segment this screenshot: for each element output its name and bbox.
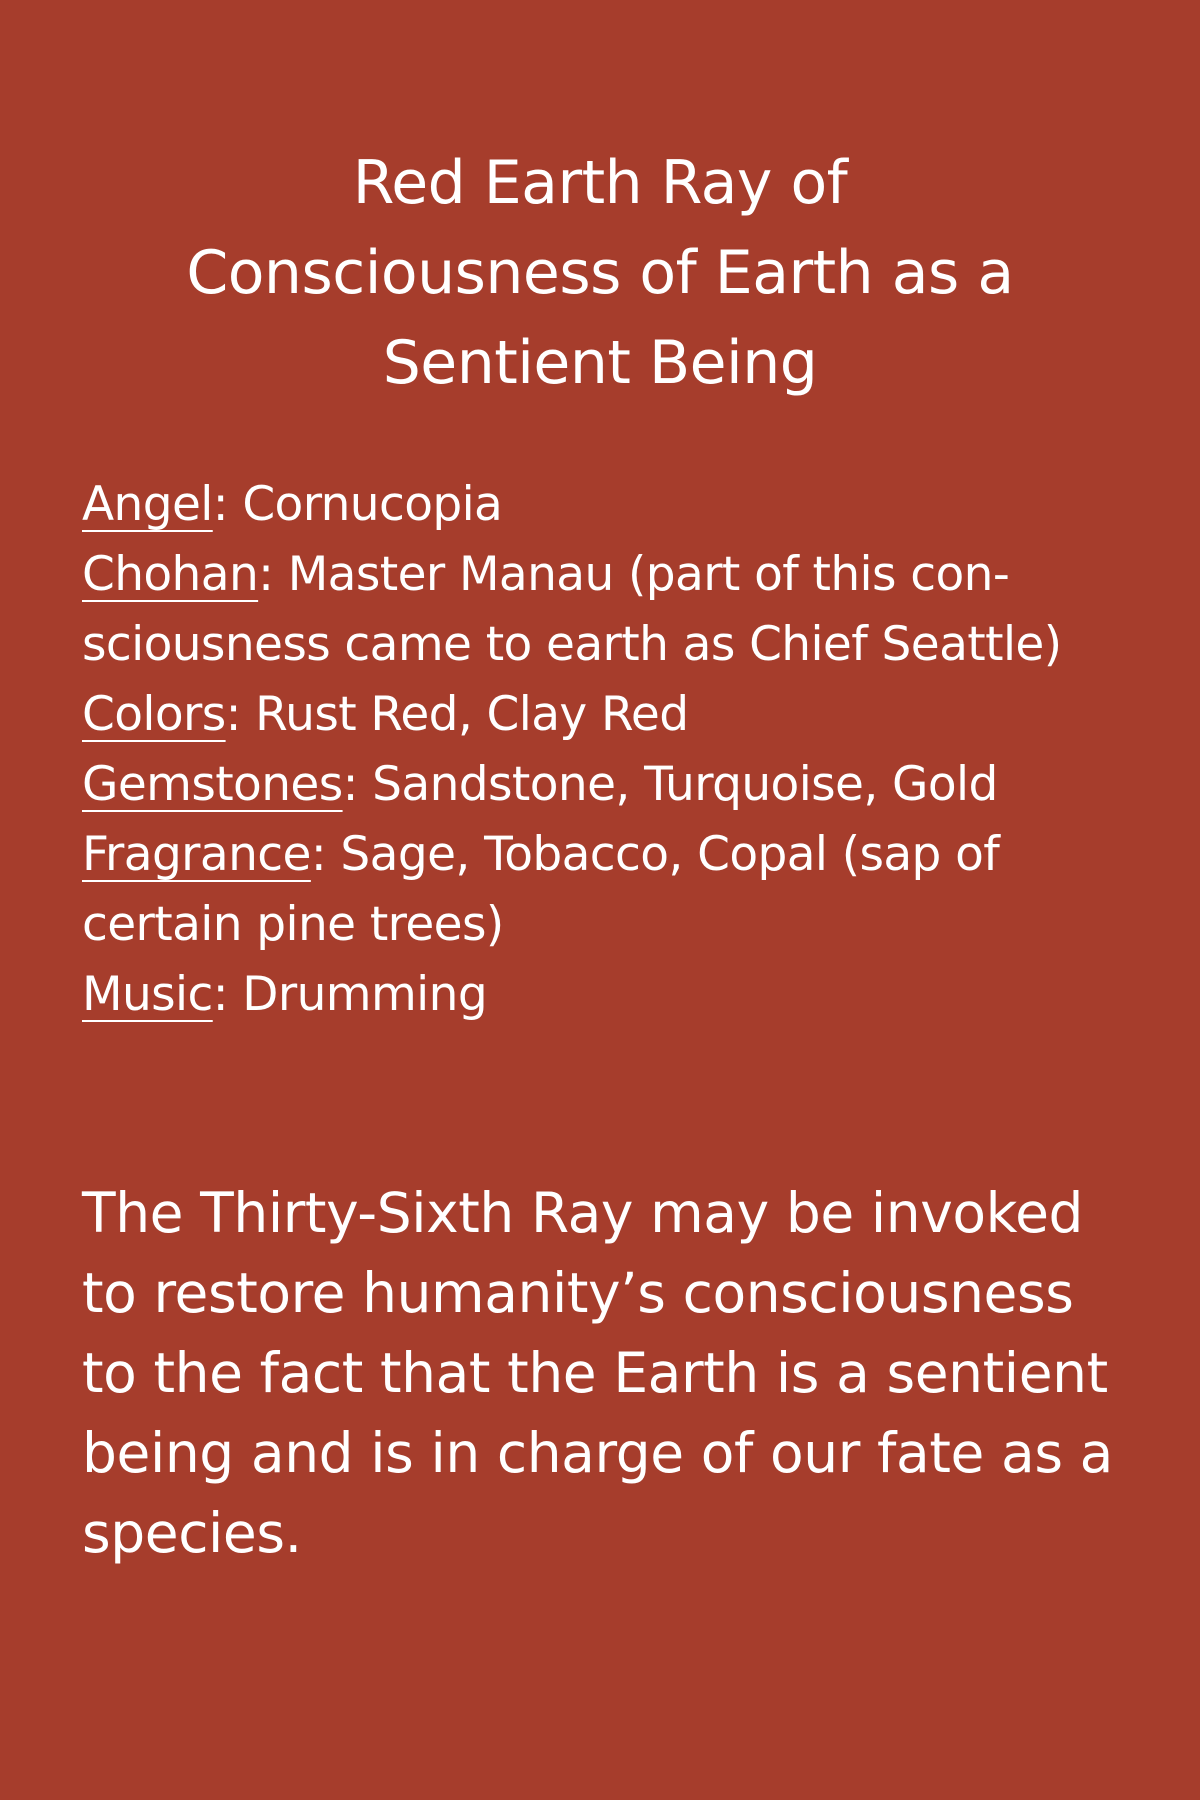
description-line: The Thirty-Sixth Ray may be invoked bbox=[82, 1181, 1084, 1245]
attribute-angel: Angel: Cornucopia bbox=[82, 470, 1142, 540]
attribute-fragrance-continued: certain pine trees) bbox=[82, 897, 504, 952]
attribute-fragrance: Fragrance: Sage, Tobacco, Copal (sap of bbox=[82, 820, 1142, 890]
attribute-gemstones: Gemstones: Sandstone, Turquoise, Gold bbox=[82, 750, 1142, 820]
title-line: Red Earth Ray of bbox=[352, 148, 848, 218]
description-line: species. bbox=[82, 1501, 302, 1565]
attribute-label: Chohan bbox=[82, 547, 259, 602]
attribute-value: : Sandstone, Turquoise, Gold bbox=[342, 757, 999, 812]
attribute-label: Gemstones bbox=[82, 757, 343, 812]
attribute-label: Music bbox=[82, 967, 213, 1022]
attribute-chohan: Chohan: Master Manau (part of this con- bbox=[82, 540, 1142, 610]
attribute-value: : Rust Red, Clay Red bbox=[225, 687, 689, 742]
attribute-value: : Drumming bbox=[212, 967, 488, 1022]
attribute-chohan-continued: sciousness came to earth as Chief Seattl… bbox=[82, 617, 1062, 672]
attribute-colors: Colors: Rust Red, Clay Red bbox=[82, 680, 1142, 750]
card: Red Earth Ray of Consciousness of Earth … bbox=[0, 0, 1200, 1800]
title-line: Consciousness of Earth as a bbox=[186, 238, 1014, 308]
attribute-label: Fragrance bbox=[82, 827, 311, 882]
description-line: being and is in charge of our fate as a bbox=[82, 1421, 1113, 1485]
attribute-label: Colors bbox=[82, 687, 226, 742]
title-line: Sentient Being bbox=[382, 328, 818, 398]
attribute-value: : Cornucopia bbox=[212, 477, 503, 532]
attribute-value: : Master Manau (part of this con- bbox=[258, 547, 1010, 602]
attribute-label: Angel bbox=[82, 477, 213, 532]
attribute-music: Music: Drumming bbox=[82, 960, 1142, 1030]
card-title: Red Earth Ray of Consciousness of Earth … bbox=[150, 138, 1050, 408]
description-paragraph: The Thirty-Sixth Ray may be invoked to r… bbox=[82, 1173, 1162, 1573]
attribute-value: : Sage, Tobacco, Copal (sap of bbox=[310, 827, 1000, 882]
description-line: to the fact that the Earth is a sentient bbox=[82, 1341, 1108, 1405]
attribute-list: Angel: Cornucopia Chohan: Master Manau (… bbox=[82, 470, 1142, 1030]
description-line: to restore humanity’s consciousness bbox=[82, 1261, 1074, 1325]
